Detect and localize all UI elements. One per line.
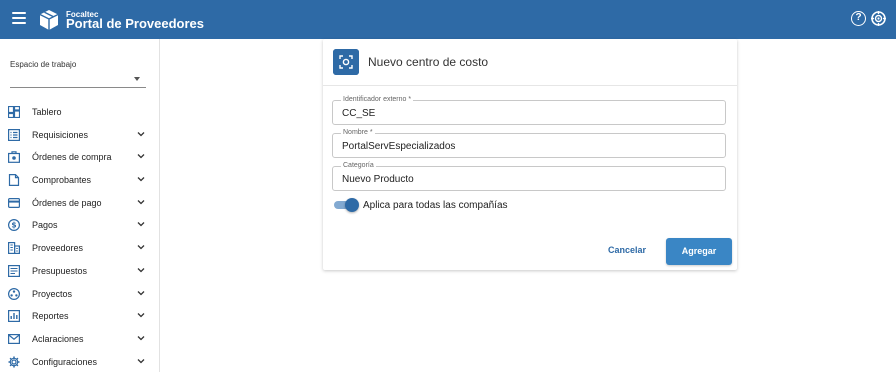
external-id-label: Identificador externo * <box>341 96 414 104</box>
new-cost-center-dialog: Nuevo centro de costo Identificador exte… <box>323 39 737 270</box>
chevron-down-icon[interactable] <box>137 357 145 365</box>
sidebar-item-label: Reportes <box>32 311 69 322</box>
dollar-icon: $ <box>8 219 20 232</box>
external-id-value: CC_SE <box>342 108 376 119</box>
chevron-down-icon[interactable] <box>137 198 145 206</box>
dialog-title: Nuevo centro de costo <box>368 55 489 69</box>
chevron-down-icon[interactable] <box>137 175 145 183</box>
chevron-down-icon[interactable] <box>137 243 145 251</box>
sidebar-item-presupuestos[interactable]: Presupuestos <box>0 260 159 283</box>
sidebar-item-label: Proyectos <box>32 288 73 299</box>
caret-down-icon <box>134 77 140 81</box>
category-label: Categoría <box>341 162 376 170</box>
toggle-knob <box>345 198 359 212</box>
chevron-down-icon[interactable] <box>137 311 145 319</box>
sidebar-item-tablero[interactable]: Tablero <box>0 101 159 124</box>
category-field[interactable]: Categoría Nuevo Producto <box>332 162 726 191</box>
sidebar-item-proveedores[interactable]: Proveedores <box>0 237 159 260</box>
mail-icon <box>8 333 20 344</box>
sidebar-item-label: Requisiciones <box>32 129 89 140</box>
sidebar-item-proyectos[interactable]: Proyectos <box>0 283 159 306</box>
chevron-down-icon[interactable] <box>137 334 145 342</box>
svg-text:$: $ <box>11 221 16 230</box>
chevron-down-icon[interactable] <box>137 130 145 138</box>
sidebar-item-label: Órdenes de compra <box>32 152 112 163</box>
name-label: Nombre * <box>341 129 375 137</box>
sidebar-item-label: Aclaraciones <box>32 333 84 344</box>
sidebar-item-requisiciones[interactable]: Requisiciones <box>0 124 159 147</box>
chevron-down-icon[interactable] <box>137 152 145 160</box>
dashboard-icon <box>8 106 20 118</box>
gear-icon <box>8 356 20 368</box>
list-icon <box>8 128 20 141</box>
add-button[interactable]: Agregar <box>666 238 732 265</box>
purchase-order-icon <box>8 151 20 164</box>
sidebar-item-label: Pagos <box>32 220 58 231</box>
sidebar-item-comprobantes[interactable]: Comprobantes <box>0 169 159 192</box>
chevron-down-icon[interactable] <box>137 289 145 297</box>
top-bar: Focaltec Portal de Proveedores ? <box>0 0 896 39</box>
sidebar: Espacio de trabajo Tablero Requisiciones Ó… <box>0 39 160 372</box>
sidebar-item-pagos[interactable]: $ Pagos <box>0 214 159 237</box>
workspace-select[interactable] <box>10 71 146 88</box>
chevron-down-icon[interactable] <box>137 220 145 228</box>
sidebar-item-ordenes-de-compra[interactable]: Órdenes de compra <box>0 146 159 169</box>
sidebar-item-label: Proveedores <box>32 243 84 254</box>
sidebar-item-aclaraciones[interactable]: Aclaraciones <box>0 328 159 351</box>
name-field[interactable]: Nombre * PortalServEspecializados <box>332 129 726 158</box>
chevron-down-icon[interactable] <box>137 266 145 274</box>
sidebar-item-label: Órdenes de pago <box>32 197 102 208</box>
external-id-field[interactable]: Identificador externo * CC_SE <box>332 96 726 125</box>
target-icon[interactable] <box>871 11 886 26</box>
workspace-label: Espacio de trabajo <box>10 60 77 69</box>
sidebar-menu: Tablero Requisiciones Órdenes de compra Com… <box>0 101 159 373</box>
help-icon[interactable]: ? <box>851 11 866 26</box>
document-icon <box>8 174 20 187</box>
scan-icon <box>333 49 359 75</box>
brand-title[interactable]: Portal de Proveedores <box>66 16 204 31</box>
box-logo-icon <box>39 10 59 30</box>
cancel-button[interactable]: Cancelar <box>608 245 646 255</box>
sidebar-item-label: Presupuestos <box>32 265 88 276</box>
report-icon <box>8 310 20 323</box>
sidebar-item-label: Configuraciones <box>32 356 98 367</box>
credit-card-icon <box>8 197 20 208</box>
sidebar-item-reportes[interactable]: Reportes <box>0 305 159 328</box>
project-icon <box>8 287 20 300</box>
all-companies-label: Aplica para todas las compañías <box>363 200 508 211</box>
sidebar-item-ordenes-de-pago[interactable]: Órdenes de pago <box>0 192 159 215</box>
budget-icon <box>8 264 20 277</box>
sidebar-item-label: Comprobantes <box>32 175 92 186</box>
sidebar-item-label: Tablero <box>32 107 62 117</box>
all-companies-toggle[interactable] <box>334 198 359 212</box>
name-value: PortalServEspecializados <box>342 141 456 152</box>
dialog-header: Nuevo centro de costo <box>323 39 737 86</box>
menu-icon[interactable] <box>12 12 26 24</box>
category-value: Nuevo Producto <box>342 174 414 185</box>
building-icon <box>8 242 20 255</box>
sidebar-item-configuraciones[interactable]: Configuraciones <box>0 351 159 373</box>
